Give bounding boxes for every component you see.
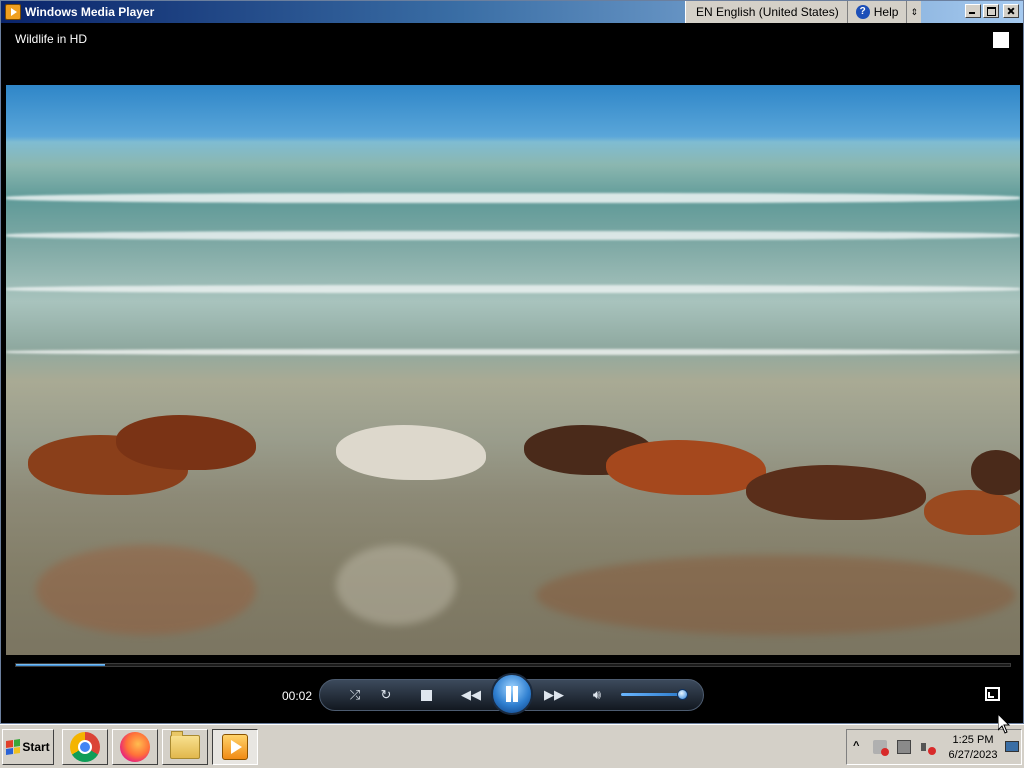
window-controls <box>965 4 1019 18</box>
horse <box>606 440 766 495</box>
seek-bar[interactable] <box>15 663 1011 667</box>
repeat-button[interactable]: ↻ <box>376 686 396 704</box>
switch-to-library-icon <box>993 32 1009 48</box>
pause-button[interactable] <box>491 673 533 715</box>
clock[interactable]: 1:25 PM 6/27/2023 <box>947 733 999 763</box>
media-player-icon <box>5 4 21 20</box>
speaker-icon: 🔊︎ <box>592 687 602 702</box>
wave <box>6 231 1020 240</box>
now-playing-title: Wildlife in HD <box>15 32 88 46</box>
horse <box>336 425 486 480</box>
reflection <box>336 545 456 625</box>
show-desktop-icon[interactable] <box>1005 741 1019 752</box>
firefox-icon <box>120 732 150 762</box>
title-bar[interactable]: Windows Media Player EN English (United … <box>1 1 1023 23</box>
stop-button[interactable] <box>416 686 436 704</box>
seek-progress <box>16 664 106 666</box>
video-display[interactable] <box>6 85 1020 655</box>
previous-button[interactable]: ◀◀ <box>458 686 484 704</box>
wave <box>6 193 1020 203</box>
flag-alert-icon[interactable] <box>873 740 889 756</box>
help-label: Help <box>873 5 899 19</box>
repeat-icon: ↻ <box>380 687 392 702</box>
shuffle-button[interactable]: ⤮ <box>345 686 365 704</box>
rewind-icon: ◀◀ <box>461 687 481 702</box>
windows-logo-icon <box>6 739 21 755</box>
clock-date: 6/27/2023 <box>948 749 998 761</box>
help-icon: ? <box>855 5 870 19</box>
language-bar: EN English (United States) ? Help ⇕ <box>685 1 922 23</box>
reflection <box>536 555 1016 635</box>
media-player-window: Windows Media Player EN English (United … <box>0 0 1024 724</box>
wave <box>6 285 1020 293</box>
help-button[interactable]: ? Help <box>848 1 908 23</box>
horse <box>971 450 1020 495</box>
taskbar-firefox[interactable] <box>112 729 158 765</box>
start-label: Start <box>22 740 50 754</box>
taskbar-file-explorer[interactable] <box>162 729 208 765</box>
chevron-updown-icon: ⇕ <box>910 6 919 17</box>
stop-icon <box>420 689 432 701</box>
language-selector[interactable]: EN English (United States) <box>686 1 848 23</box>
show-hidden-icons-button[interactable]: ^ <box>853 740 859 752</box>
mouse-cursor-icon <box>998 714 1010 734</box>
switch-to-library-button[interactable] <box>993 32 1009 48</box>
wave <box>6 349 1020 355</box>
system-tray: ^ 1:25 PM 6/27/2023 <box>846 729 1022 765</box>
media-player-icon <box>222 734 248 760</box>
network-icon[interactable] <box>897 740 911 754</box>
shuffle-icon: ⤮ <box>349 687 361 702</box>
horse <box>924 490 1020 535</box>
elapsed-time: 00:02 <box>282 689 313 703</box>
horse <box>746 465 926 520</box>
start-button[interactable]: Start <box>2 729 54 765</box>
clock-time: 1:25 PM <box>952 734 994 746</box>
taskbar-chrome[interactable] <box>62 729 108 765</box>
volume-slider-handle[interactable] <box>677 689 688 700</box>
chrome-icon <box>70 732 100 762</box>
taskbar-media-player[interactable] <box>212 729 258 765</box>
minimize-button[interactable] <box>965 4 981 18</box>
fast-forward-icon: ▶▶ <box>544 687 564 702</box>
volume-slider[interactable] <box>621 693 685 696</box>
reflection <box>36 545 256 635</box>
folder-icon <box>170 731 200 759</box>
taskbar: Start ^ 1:25 PM 6/27/2023 <box>0 724 1024 768</box>
next-button[interactable]: ▶▶ <box>541 686 567 704</box>
switch-to-now-playing-button[interactable] <box>985 687 1000 701</box>
volume-muted-icon[interactable] <box>921 740 936 755</box>
language-bar-options-button[interactable]: ⇕ <box>907 1 921 23</box>
mute-button[interactable]: 🔊︎ <box>587 686 607 704</box>
maximize-button[interactable] <box>983 4 999 18</box>
horse <box>116 415 256 470</box>
close-button[interactable] <box>1003 4 1019 18</box>
window-title: Windows Media Player <box>25 5 155 19</box>
